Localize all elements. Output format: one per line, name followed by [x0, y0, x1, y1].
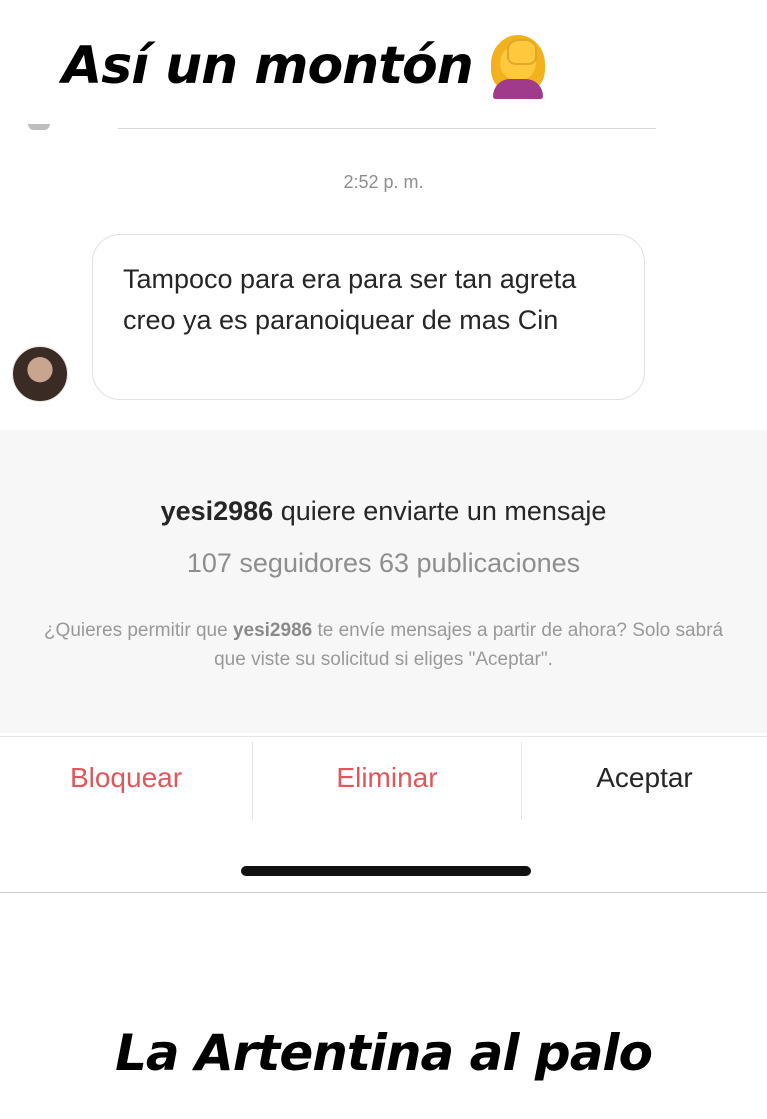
message-bubble[interactable]: Tampoco para era para ser tan agreta cre… [92, 234, 645, 400]
sender-avatar[interactable] [12, 346, 68, 402]
request-username: yesi2986 [160, 496, 274, 526]
home-indicator[interactable] [241, 866, 531, 876]
message-text: Tampoco para era para ser tan agreta cre… [123, 264, 577, 335]
request-stats: 107 seguidores 63 publicaciones [186, 548, 581, 578]
block-button[interactable]: Bloquear [0, 736, 252, 820]
request-title-suffix: quiere enviarte un mensaje [273, 496, 607, 526]
previous-avatar-edge [28, 124, 50, 130]
accept-button[interactable]: Aceptar [522, 736, 767, 820]
top-caption-text: Así un montón [62, 36, 474, 96]
request-description: ¿Quieres permitir que yesi2986 te envíe … [30, 616, 737, 674]
bottom-caption: La Artentina al palo [115, 1024, 653, 1082]
request-title: yesi2986 quiere enviarte un mensaje [0, 496, 767, 527]
request-actions: Bloquear Eliminar Aceptar [0, 736, 767, 820]
previous-message-edge [118, 128, 656, 129]
message-timestamp: 2:52 p. m. [343, 172, 424, 192]
top-caption: Así un montón [0, 28, 767, 104]
screenshot-bottom-edge [0, 892, 767, 893]
face-palm-emoji-icon [487, 33, 549, 99]
message-request-panel: yesi2986 quiere enviarte un mensaje 107 … [0, 430, 767, 733]
request-desc-prefix: ¿Quieres permitir que [43, 620, 233, 641]
delete-button[interactable]: Eliminar [253, 736, 521, 820]
request-desc-username: yesi2986 [232, 620, 313, 641]
